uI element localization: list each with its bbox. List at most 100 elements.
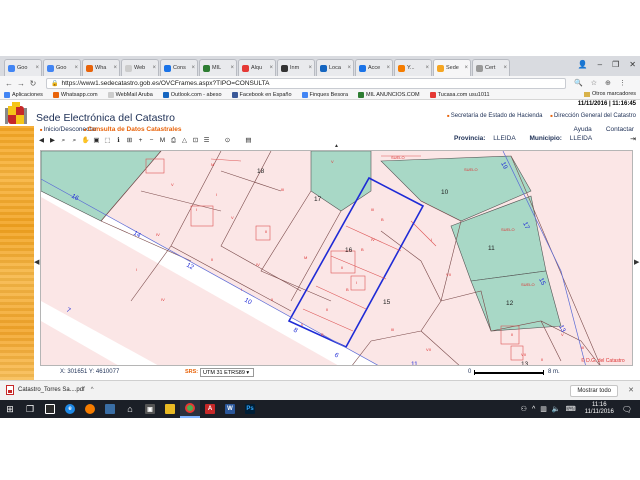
reload-icon[interactable]: ↻ xyxy=(28,79,38,88)
zoom-out-box-icon[interactable]: ⌕ xyxy=(70,136,79,145)
select-icon[interactable]: ⬚ xyxy=(103,136,112,145)
show-all-downloads-button[interactable]: Mostrar todo xyxy=(570,385,618,397)
firefox-icon[interactable] xyxy=(80,400,100,418)
zoom-in-box-icon[interactable]: ⌕ xyxy=(59,136,68,145)
layers-icon[interactable]: ▤ xyxy=(244,136,253,145)
zoom-minus-icon[interactable]: − xyxy=(147,136,156,145)
link-direccion[interactable]: Dirección General del Catastro xyxy=(550,113,636,119)
tab-close-icon[interactable]: × xyxy=(503,65,507,71)
browser-tab[interactable]: Inm × xyxy=(277,59,315,76)
tab-close-icon[interactable]: × xyxy=(269,65,273,71)
tab-close-icon[interactable]: × xyxy=(230,65,234,71)
chevron-up-icon[interactable]: ^ xyxy=(91,387,94,393)
location-pin-icon[interactable]: ⊙ xyxy=(223,136,232,145)
pan-hand-icon[interactable]: ✋ xyxy=(81,136,90,145)
print-icon[interactable]: ⎙ xyxy=(169,136,178,145)
bookmark-item[interactable]: Aplicaciones xyxy=(4,91,43,98)
consulta-link[interactable]: Consulta de Datos Catastrales xyxy=(84,126,182,133)
info-icon[interactable]: ℹ xyxy=(114,136,123,145)
extension-icon[interactable]: ⊕ xyxy=(605,79,611,87)
tab-close-icon[interactable]: × xyxy=(308,65,312,71)
tab-close-icon[interactable]: × xyxy=(74,65,78,71)
download-item[interactable]: Catastro_Torres Sa....pdf ^ xyxy=(6,385,94,395)
pan-left-icon[interactable]: ◀ xyxy=(34,258,39,266)
legend-icon[interactable]: ☰ xyxy=(202,136,211,145)
browser-tab[interactable]: Sede × xyxy=(433,59,471,76)
bookmark-item[interactable]: WebMail Aruba xyxy=(107,91,153,98)
bookmark-item[interactable]: MIL ANUNCIOS.COM xyxy=(358,91,420,98)
photoshop-icon[interactable]: Ps xyxy=(240,400,260,418)
browser-tab[interactable]: MIL × xyxy=(199,59,237,76)
menu-dots-icon[interactable]: ⋮ xyxy=(619,79,626,87)
bookmark-item[interactable]: Facebook en Españo xyxy=(231,91,292,98)
close-downloads-icon[interactable]: ✕ xyxy=(628,386,634,394)
user-icon[interactable]: 👤 xyxy=(578,60,588,69)
browser-tab[interactable]: Goo × xyxy=(43,59,81,76)
store-bag-icon[interactable]: ▣ xyxy=(140,400,160,418)
browser-tab[interactable]: Web × xyxy=(121,59,159,76)
tab-close-icon[interactable]: × xyxy=(464,65,468,71)
volume-icon[interactable]: 🔈 xyxy=(552,405,561,413)
back-arrow-icon[interactable]: ◀ xyxy=(37,136,46,145)
tab-close-icon[interactable]: × xyxy=(152,65,156,71)
chrome-icon[interactable] xyxy=(180,400,200,418)
zoom-plus-icon[interactable]: + xyxy=(136,136,145,145)
back-icon[interactable]: ← xyxy=(4,79,14,88)
store-icon[interactable] xyxy=(40,400,60,418)
bookmark-item[interactable]: Outlook.com - abeso xyxy=(162,91,222,98)
srs-select[interactable]: UTM 31 ETRS89 ▾ xyxy=(200,368,254,377)
area-icon[interactable]: △ xyxy=(180,136,189,145)
keyboard-icon[interactable]: ⌨ xyxy=(566,405,576,413)
maximize-icon[interactable]: ❐ xyxy=(612,60,619,69)
file-explorer-icon[interactable] xyxy=(160,400,180,418)
tab-close-icon[interactable]: × xyxy=(191,65,195,71)
pan-right-icon[interactable]: ▶ xyxy=(634,258,639,266)
acrobat-icon[interactable]: A xyxy=(200,400,220,418)
grid-icon[interactable]: ⊞ xyxy=(125,136,134,145)
tab-close-icon[interactable]: × xyxy=(113,65,117,71)
tab-close-icon[interactable]: × xyxy=(347,65,351,71)
task-view-icon[interactable]: ❐ xyxy=(20,400,40,418)
browser-tab[interactable]: Wha × xyxy=(82,59,120,76)
tab-close-icon[interactable]: × xyxy=(425,65,429,71)
edge-icon[interactable]: e xyxy=(60,400,80,418)
people-icon[interactable]: ⚇ xyxy=(521,405,527,413)
browser-tab[interactable]: Cons × xyxy=(160,59,198,76)
ruler-icon[interactable]: ⊡ xyxy=(191,136,200,145)
tab-close-icon[interactable]: × xyxy=(386,65,390,71)
monitor-icon[interactable] xyxy=(100,400,120,418)
browser-tab[interactable]: Loca × xyxy=(316,59,354,76)
link-secretaria[interactable]: Secretaría de Estado de Hacienda xyxy=(447,113,543,119)
measure-icon[interactable]: M xyxy=(158,136,167,145)
chevron-up-tray-icon[interactable]: ^ xyxy=(532,406,535,413)
notifications-icon[interactable]: 🗨 xyxy=(622,405,632,414)
selected-parcel-outline[interactable] xyxy=(287,176,425,349)
tab-close-icon[interactable]: × xyxy=(35,65,39,71)
forward-icon[interactable]: → xyxy=(16,79,26,88)
pan-up-icon[interactable]: ▲ xyxy=(334,143,339,149)
contact-link[interactable]: Contactar xyxy=(606,126,634,133)
exit-icon[interactable]: ⇥ xyxy=(630,135,636,143)
bookmark-star-icon[interactable]: ☆ xyxy=(591,79,597,87)
help-link[interactable]: Ayuda xyxy=(573,126,591,133)
bookmark-item[interactable]: Whatsapp.com xyxy=(52,91,98,98)
windows-start-icon[interactable]: ⊞ xyxy=(0,400,20,418)
bookmark-item[interactable]: Finques Besora xyxy=(301,91,348,98)
url-input[interactable]: 🔒 https://www1.sedecatastro.gob.es/OVCFr… xyxy=(46,77,566,89)
forward-arrow-icon[interactable]: ▶ xyxy=(48,136,57,145)
zoom-icon[interactable]: 🔍 xyxy=(574,79,583,87)
minimize-icon[interactable]: – xyxy=(598,60,602,69)
full-extent-icon[interactable]: ▣ xyxy=(92,136,101,145)
bookmark-item[interactable]: Tucasa.com usu1011 xyxy=(429,91,490,98)
word-icon[interactable]: W xyxy=(220,400,240,418)
browser-tab[interactable]: Y... × xyxy=(394,59,432,76)
clock[interactable]: 11:16 11/11/2016 xyxy=(585,402,614,416)
home-icon[interactable]: ⌂ xyxy=(120,400,140,418)
map-canvas[interactable]: 18 17 16 15 10 11 12 13 16 14 12 10 8 6 … xyxy=(41,151,633,366)
browser-tab[interactable]: Goo × xyxy=(4,59,42,76)
close-window-icon[interactable]: ✕ xyxy=(629,60,636,69)
browser-tab[interactable]: Alqu × xyxy=(238,59,276,76)
cadastral-map[interactable]: 18 17 16 15 10 11 12 13 16 14 12 10 8 6 … xyxy=(40,150,633,366)
other-bookmarks[interactable]: Otros marcadores xyxy=(583,91,636,97)
network-icon[interactable]: ▥ xyxy=(540,405,547,413)
